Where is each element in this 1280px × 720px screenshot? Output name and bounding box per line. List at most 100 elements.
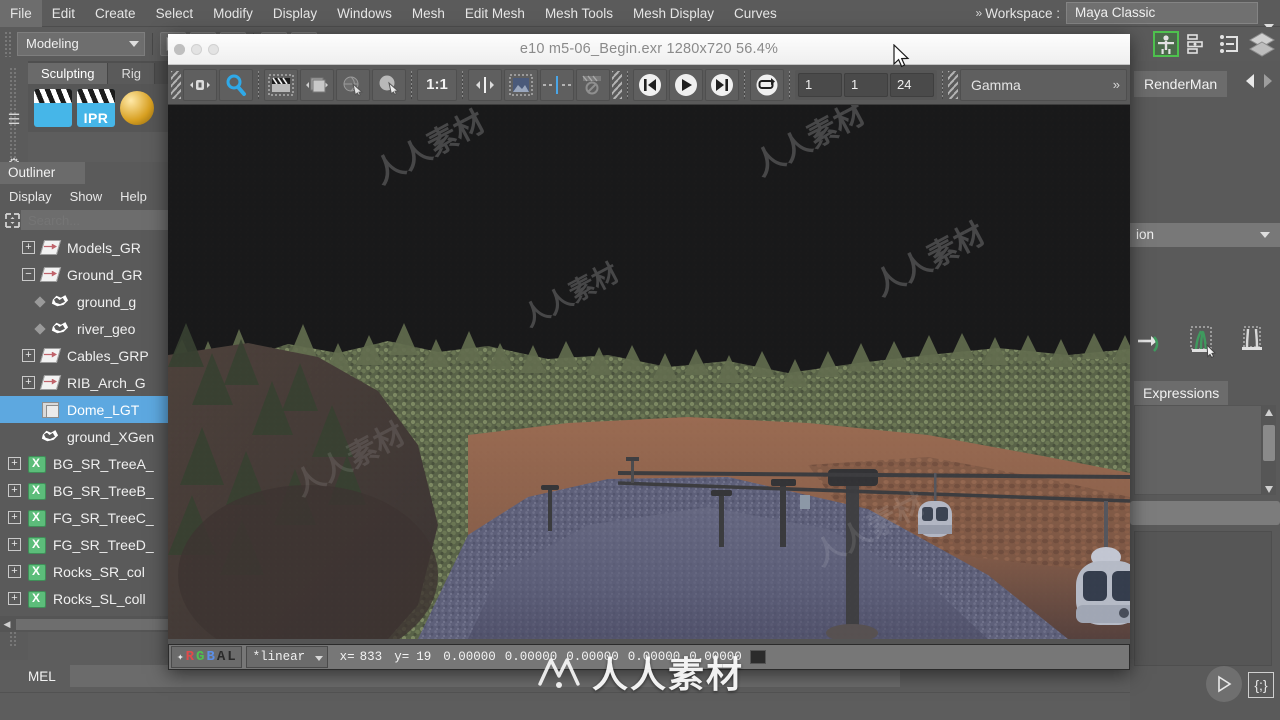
rendered-image-canvas[interactable]: 人人素材 人人素材 人人素材 人人素材 人人素材 人人素材 bbox=[168, 105, 1130, 639]
channel-l-toggle[interactable]: L bbox=[226, 649, 236, 665]
expand-icon[interactable]: + bbox=[22, 241, 35, 254]
menu-mesh-display[interactable]: Mesh Display bbox=[623, 0, 724, 27]
workspace-chevron-icon[interactable]: » bbox=[968, 6, 986, 20]
outliner-row-bg-sr-treea[interactable]: + BG_SR_TreeA_ bbox=[0, 450, 172, 477]
select-all-brackets-icon[interactable] bbox=[4, 210, 21, 230]
pan-zoom-icon[interactable] bbox=[183, 68, 217, 101]
shelf-tab-sculpting[interactable]: Sculpting bbox=[28, 63, 109, 84]
menu-display[interactable]: Display bbox=[263, 0, 327, 27]
outliner-row-fg-sr-treed[interactable]: + FG_SR_TreeD_ bbox=[0, 531, 172, 558]
workspace-select[interactable]: Maya Classic bbox=[1066, 2, 1258, 24]
expressions-name-field[interactable] bbox=[1130, 501, 1280, 525]
outliner-row-models-gr[interactable]: + Models_GR bbox=[0, 234, 172, 261]
magnify-icon[interactable] bbox=[219, 68, 253, 101]
expand-icon[interactable]: + bbox=[8, 592, 21, 605]
channel-a-toggle[interactable]: A bbox=[216, 649, 226, 665]
tab-expressions[interactable]: Expressions bbox=[1134, 381, 1229, 405]
shelf-menu-icon[interactable]: ☰ bbox=[4, 109, 24, 129]
menuset-select[interactable]: Modeling bbox=[17, 32, 145, 56]
outliner-row-ground-gr[interactable]: − Ground_GR bbox=[0, 261, 172, 288]
image-sequence-icon[interactable] bbox=[300, 68, 334, 101]
expand-icon[interactable]: + bbox=[8, 484, 21, 497]
character-rig-icon[interactable] bbox=[1152, 30, 1180, 58]
xgen-groom-icon[interactable] bbox=[1184, 323, 1222, 363]
expand-icon[interactable]: + bbox=[8, 538, 21, 551]
collapse-icon[interactable]: − bbox=[22, 268, 35, 281]
expand-icon[interactable]: + bbox=[8, 457, 21, 470]
channel-g-toggle[interactable]: G bbox=[195, 649, 205, 665]
expand-icon[interactable]: + bbox=[22, 349, 35, 362]
outliner-tree[interactable]: + Models_GR − Ground_GR ground_g river_geo + Ca… bbox=[0, 232, 172, 610]
image-viewer-window[interactable]: e10 m5-06_Begin.exr 1280x720 56.4% 1:1 1… bbox=[168, 34, 1130, 670]
outliner-row-rib-arch-g[interactable]: + RIB_Arch_G bbox=[0, 369, 172, 396]
outliner-row-cables-grp[interactable]: + Cables_GRP bbox=[0, 342, 172, 369]
expressions-editor-area[interactable] bbox=[1134, 531, 1272, 666]
center-guide-icon[interactable] bbox=[540, 68, 574, 101]
toolbar-drag-handle-2[interactable] bbox=[612, 70, 622, 99]
play-script-icon[interactable] bbox=[1206, 666, 1242, 702]
attribute-editor-toggle-icon[interactable] bbox=[1184, 30, 1212, 58]
outliner-row-ground-g[interactable]: ground_g bbox=[0, 288, 172, 315]
channel-b-toggle[interactable]: B bbox=[205, 649, 215, 665]
menu-mesh[interactable]: Mesh bbox=[402, 0, 455, 27]
gamma-overflow-chevron-icon[interactable]: » bbox=[1113, 77, 1120, 92]
shelf-tab-rig[interactable]: Rig bbox=[108, 63, 155, 84]
toolbar-drag-handle-3[interactable] bbox=[948, 70, 958, 99]
loop-icon[interactable] bbox=[750, 68, 784, 101]
tab-scroll-right-icon[interactable] bbox=[1264, 74, 1272, 88]
colorspace-select[interactable]: *linear bbox=[245, 646, 328, 668]
scroll-down-icon[interactable] bbox=[1263, 482, 1275, 494]
channel-toggle-group[interactable]: ✦ R G B A L bbox=[171, 646, 242, 668]
channel-r-toggle[interactable]: R bbox=[185, 649, 195, 665]
tab-scroll-left-icon[interactable] bbox=[1246, 74, 1254, 88]
outliner-horizontal-scrollbar[interactable]: ◀ bbox=[0, 616, 172, 632]
channel-box-toggle-icon[interactable] bbox=[1216, 30, 1244, 58]
outliner-row-fg-sr-treec[interactable]: + FG_SR_TreeC_ bbox=[0, 504, 172, 531]
menu-edit-mesh[interactable]: Edit Mesh bbox=[455, 0, 535, 27]
menu-modify[interactable]: Modify bbox=[203, 0, 263, 27]
expand-icon[interactable]: + bbox=[8, 511, 21, 524]
sphere-select-icon[interactable] bbox=[336, 68, 370, 101]
outliner-menu-help[interactable]: Help bbox=[111, 189, 156, 204]
disable-overlay-icon[interactable] bbox=[576, 68, 610, 101]
expand-icon[interactable]: + bbox=[8, 565, 21, 578]
go-to-end-icon[interactable] bbox=[705, 68, 739, 101]
expressions-scroll-thumb[interactable] bbox=[1263, 425, 1275, 461]
menu-select[interactable]: Select bbox=[146, 0, 204, 27]
render-layer-select[interactable]: ion bbox=[1130, 223, 1280, 247]
zoom-reset-button[interactable]: 1:1 bbox=[417, 68, 457, 101]
expressions-list[interactable] bbox=[1134, 405, 1262, 495]
flip-horizontal-icon[interactable] bbox=[468, 68, 502, 101]
ipr-render-button[interactable]: IPR bbox=[77, 89, 115, 127]
shading-select-icon[interactable] bbox=[372, 68, 406, 101]
toolbar-drag-handle[interactable] bbox=[171, 70, 181, 99]
menu-windows[interactable]: Windows bbox=[327, 0, 402, 27]
gamma-control[interactable]: Gamma » bbox=[960, 68, 1127, 101]
go-to-start-icon[interactable] bbox=[633, 68, 667, 101]
xgen-clump-icon[interactable] bbox=[1234, 323, 1272, 363]
menu-mesh-tools[interactable]: Mesh Tools bbox=[535, 0, 623, 27]
expressions-scrollbar[interactable] bbox=[1262, 405, 1276, 495]
film-strip-icon[interactable] bbox=[264, 68, 298, 101]
menu-create[interactable]: Create bbox=[85, 0, 146, 27]
outliner-row-dome-lgt[interactable]: Dome_LGT bbox=[0, 396, 172, 423]
outliner-row-river-geo[interactable]: river_geo bbox=[0, 315, 172, 342]
script-braces-icon[interactable]: {;} bbox=[1248, 672, 1274, 698]
render-settings-sphere-icon[interactable] bbox=[120, 91, 154, 125]
tab-renderman[interactable]: RenderMan bbox=[1134, 71, 1228, 97]
statusline-drag-handle[interactable] bbox=[4, 31, 13, 57]
menu-file[interactable]: File bbox=[0, 0, 42, 27]
render-clapboard-button[interactable] bbox=[34, 89, 72, 127]
frame-start-field[interactable]: 1 bbox=[844, 72, 888, 97]
frame-current-field[interactable]: 1 bbox=[798, 72, 842, 97]
outliner-menu-show[interactable]: Show bbox=[61, 189, 112, 204]
expand-icon[interactable]: + bbox=[22, 376, 35, 389]
scroll-up-icon[interactable] bbox=[1263, 406, 1275, 418]
outliner-row-ground-xgen[interactable]: ground_XGen bbox=[0, 423, 172, 450]
outliner-row-rocks-sr-col[interactable]: + Rocks_SR_col bbox=[0, 558, 172, 585]
outliner-row-rocks-sl-coll[interactable]: + Rocks_SL_coll bbox=[0, 585, 172, 610]
frame-end-field[interactable]: 24 bbox=[890, 72, 934, 97]
image-region-icon[interactable] bbox=[504, 68, 538, 101]
xgen-export-icon[interactable] bbox=[1134, 323, 1172, 363]
menu-curves[interactable]: Curves bbox=[724, 0, 787, 27]
